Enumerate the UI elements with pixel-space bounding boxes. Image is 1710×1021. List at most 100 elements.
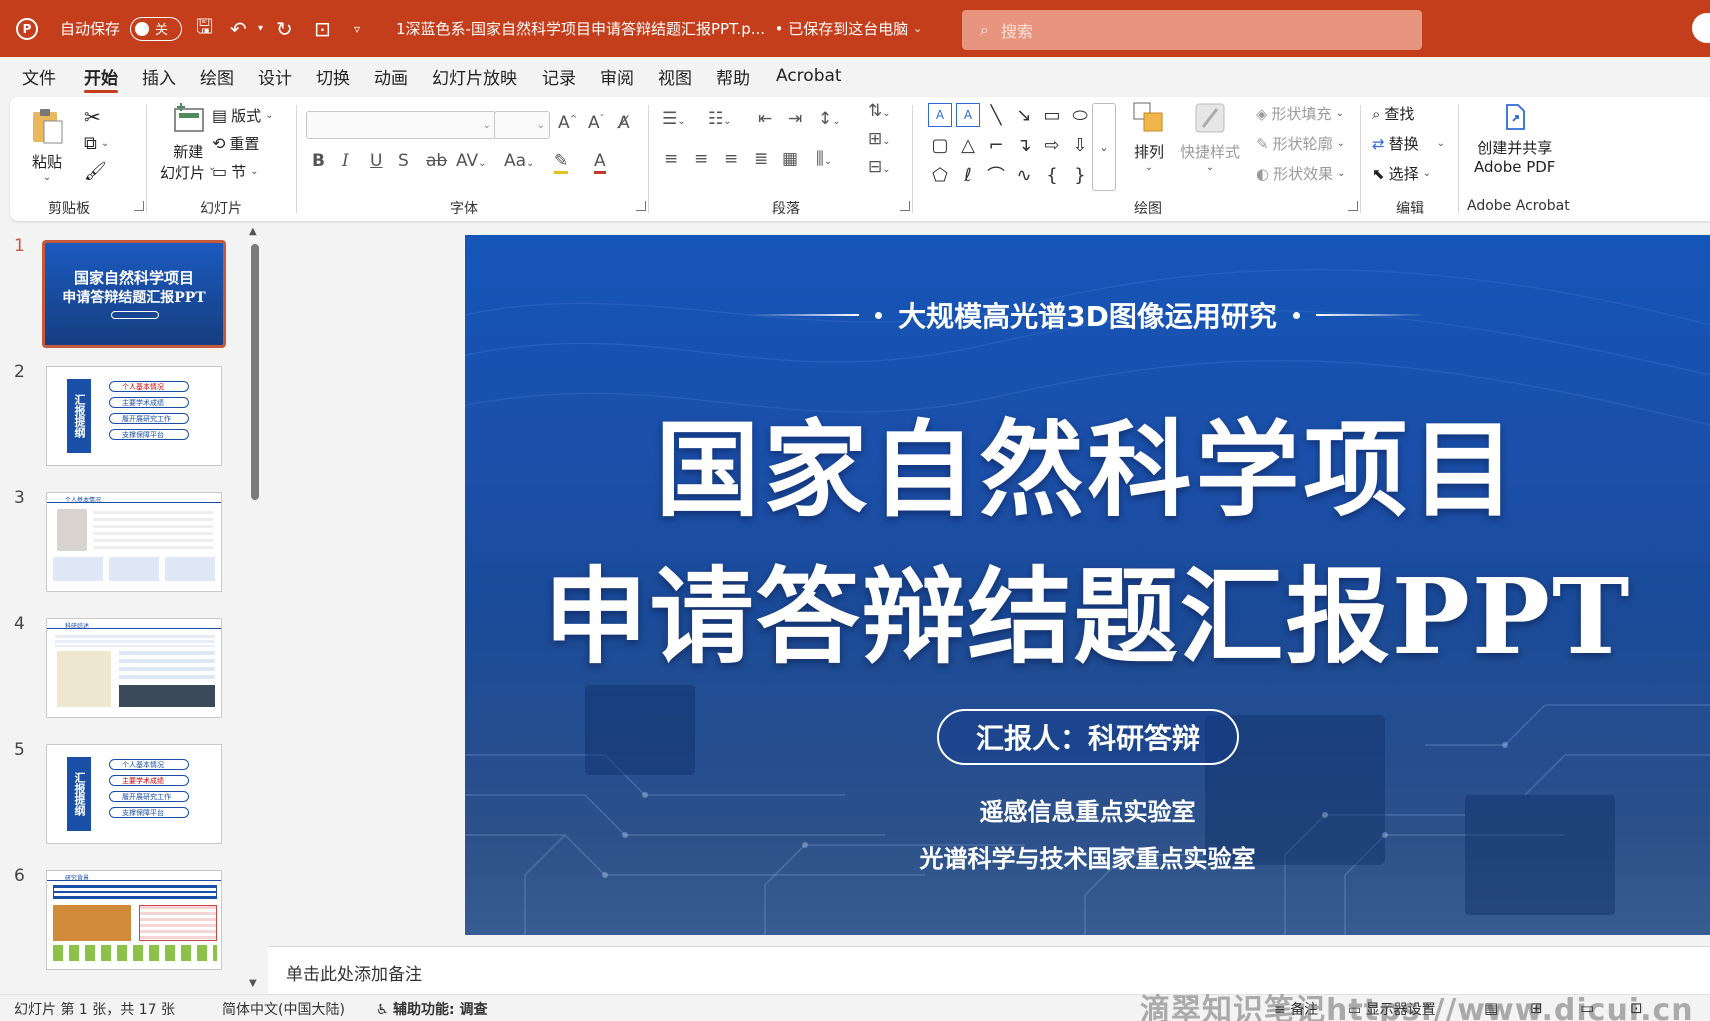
slide-canvas[interactable]: 大规模高光谱3D图像运用研究 国家自然科学项目 申请答辩结题汇报PPT 汇报人：… (465, 235, 1710, 935)
decrease-font-icon[interactable]: Aˇ (588, 113, 604, 133)
bullets-icon[interactable]: ☰⌄ (662, 109, 686, 129)
layout-button[interactable]: ▤ 版式 ⌄ (212, 105, 274, 126)
elbow-arrow-shape-icon[interactable]: ↴ (1012, 133, 1036, 157)
menu-tab[interactable]: 绘图 (200, 57, 234, 95)
document-title[interactable]: 1深蓝色系-国家自然科学项目申请答辩结题汇报PPT.p... • 已保存到这台电… (396, 0, 922, 57)
menu-tab[interactable]: 切换 (316, 57, 350, 95)
paragraph-launcher-icon[interactable] (900, 201, 910, 211)
font-launcher-icon[interactable] (636, 201, 646, 211)
align-center-icon[interactable]: ≡ (694, 149, 708, 169)
paste-button[interactable]: 粘贴 ⌄ (30, 107, 64, 183)
align-text-icon[interactable]: ⊞⌄ (868, 129, 891, 149)
shapes-more-icon[interactable]: ⌄ (1092, 103, 1116, 191)
copy-icon[interactable]: ⧉ ⌄ (84, 133, 109, 154)
change-case-icon[interactable]: Aa⌄ (504, 151, 534, 171)
section-button[interactable]: ▭ 节 ⌄ (212, 161, 259, 182)
reading-view-icon[interactable]: ▭ (1580, 999, 1594, 1017)
freeform-shape-icon[interactable]: ⬠ (928, 163, 952, 187)
strikethrough-icon[interactable]: ab (426, 151, 447, 171)
quick-styles-button[interactable]: 快捷样式 ⌄ (1180, 101, 1240, 173)
bold-icon[interactable]: B (312, 151, 325, 171)
cut-icon[interactable]: ✂ (84, 105, 101, 129)
scrollbar-thumb[interactable] (251, 244, 259, 500)
vertical-textbox-shape-icon[interactable]: A (956, 103, 980, 127)
clipboard-launcher-icon[interactable] (134, 201, 144, 211)
shapes-gallery[interactable]: A A ╲ ↘ ▭ ⬭ ▢ △ ⌐ ↴ ⇨ ⇩ ⬠ ℓ ⌒ ∿ { } (924, 101, 1088, 191)
numbering-icon[interactable]: ☷⌄ (708, 109, 732, 129)
arrow-line-shape-icon[interactable]: ↘ (1012, 103, 1036, 127)
font-size-combo[interactable]: ⌄ (494, 111, 550, 139)
shape-effects-button[interactable]: ◐ 形状效果 ⌄ (1256, 163, 1346, 184)
increase-indent-icon[interactable]: ⇥ (788, 109, 802, 129)
down-arrow-shape-icon[interactable]: ⇩ (1068, 133, 1092, 157)
create-share-pdf-button[interactable]: 创建并共享 Adobe PDF (1474, 103, 1555, 176)
rectangle-shape-icon[interactable]: ▭ (1040, 103, 1064, 127)
undo-dropdown-icon[interactable]: ▾ (258, 0, 263, 57)
redo-icon[interactable]: ↻ (276, 0, 293, 57)
search-input[interactable]: ⌕ 搜索 (962, 10, 1422, 50)
menu-tab[interactable]: 开始 (84, 57, 118, 95)
textbox-shape-icon[interactable]: A (928, 103, 952, 127)
right-arrow-shape-icon[interactable]: ⇨ (1040, 133, 1064, 157)
decrease-indent-icon[interactable]: ⇤ (758, 109, 772, 129)
menu-tab[interactable]: Acrobat (776, 57, 842, 95)
slide-thumbnail-3[interactable]: 个人基本情况 (46, 492, 222, 592)
slide-sorter-icon[interactable]: ⊞ (1530, 999, 1543, 1017)
new-slide-button[interactable]: 新建 幻灯片 ⌄ (160, 101, 216, 183)
arrange-button[interactable]: 排列 ⌄ (1132, 101, 1166, 173)
clear-format-icon[interactable]: A̸ (618, 113, 630, 133)
notes-toggle-button[interactable]: ≡ 备注 (1274, 999, 1318, 1019)
thumbnail-scrollbar[interactable]: ▲ ▼ (248, 224, 262, 994)
highlight-icon[interactable]: ✎ (554, 151, 569, 174)
save-icon[interactable]: 🖫 (196, 0, 213, 57)
drawing-launcher-icon[interactable] (1348, 201, 1358, 211)
menu-tab[interactable]: 审阅 (600, 57, 634, 95)
reset-button[interactable]: ⟲ 重置 (212, 133, 259, 154)
slide-thumbnail-1[interactable]: 国家自然科学项目 申请答辩结题汇报PPT (42, 240, 226, 348)
slide-thumbnail-2[interactable]: 汇报提纲 个人基本情况 主要学术成绩 履开展研究工作 支撑保障平台 (46, 366, 222, 466)
justify-icon[interactable]: ≣ (754, 149, 768, 169)
slide-thumbnail-6[interactable]: 研究背景 (46, 870, 222, 970)
scroll-down-icon[interactable]: ▼ (249, 978, 257, 989)
normal-view-icon[interactable]: ▤ (1484, 999, 1498, 1017)
menu-tab[interactable]: 动画 (374, 57, 408, 95)
char-spacing-icon[interactable]: AV⌄ (456, 151, 487, 171)
font-color-icon[interactable]: A (594, 151, 606, 174)
shadow-icon[interactable]: S (398, 151, 409, 171)
slideshow-view-icon[interactable]: ⊡ (1630, 999, 1643, 1017)
smartart-icon[interactable]: ⊟⌄ (868, 157, 891, 177)
slide-thumbnail-4[interactable]: 科研综述 (46, 618, 222, 718)
columns-icon[interactable]: ⫼⌄ (816, 149, 832, 169)
line-spacing-icon[interactable]: ↕⌄ (818, 109, 841, 129)
text-direction-icon[interactable]: ⇅⌄ (868, 101, 891, 121)
avatar[interactable] (1692, 13, 1710, 43)
triangle-shape-icon[interactable]: △ (956, 133, 980, 157)
underline-icon[interactable]: U (370, 151, 382, 171)
format-painter-icon[interactable]: 🖌 (84, 161, 107, 182)
menu-tab[interactable]: 视图 (658, 57, 692, 95)
right-brace-shape-icon[interactable]: } (1068, 163, 1092, 187)
customize-qat-icon[interactable]: ▿ (354, 0, 360, 57)
find-button[interactable]: ⌕ 查找 (1372, 103, 1414, 124)
shape-outline-button[interactable]: ✎ 形状轮廓 ⌄ (1256, 133, 1345, 154)
font-name-combo[interactable]: ⌄ (306, 111, 496, 139)
present-icon[interactable]: ⊡ (314, 0, 331, 57)
menu-tab[interactable]: 记录 (542, 57, 576, 95)
rounded-rect-shape-icon[interactable]: ▢ (928, 133, 952, 157)
menu-tab[interactable]: 插入 (142, 57, 176, 95)
arc-shape-icon[interactable]: ⌒ (984, 163, 1008, 187)
select-button[interactable]: ⬉ 选择 ⌄ (1372, 163, 1431, 184)
language-indicator[interactable]: 简体中文(中国大陆) (222, 999, 345, 1019)
distribute-icon[interactable]: ▦ (782, 149, 798, 169)
left-brace-shape-icon[interactable]: { (1040, 163, 1064, 187)
replace-button[interactable]: ⇄ 替换 ⌄ (1372, 133, 1445, 154)
shape-fill-button[interactable]: ◈ 形状填充 ⌄ (1256, 103, 1344, 124)
display-settings-button[interactable]: ▭ 显示器设置 (1348, 999, 1436, 1019)
scroll-up-icon[interactable]: ▲ (249, 226, 257, 237)
align-right-icon[interactable]: ≡ (724, 149, 738, 169)
menu-tab[interactable]: 文件 (22, 57, 56, 95)
slide-thumbnail-5[interactable]: 汇报提纲 个人基本情况 主要学术成绩 履开展研究工作 支撑保障平台 (46, 744, 222, 844)
line-shape-icon[interactable]: ╲ (984, 103, 1008, 127)
menu-tab[interactable]: 幻灯片放映 (432, 57, 517, 95)
menu-tab[interactable]: 帮助 (716, 57, 750, 95)
